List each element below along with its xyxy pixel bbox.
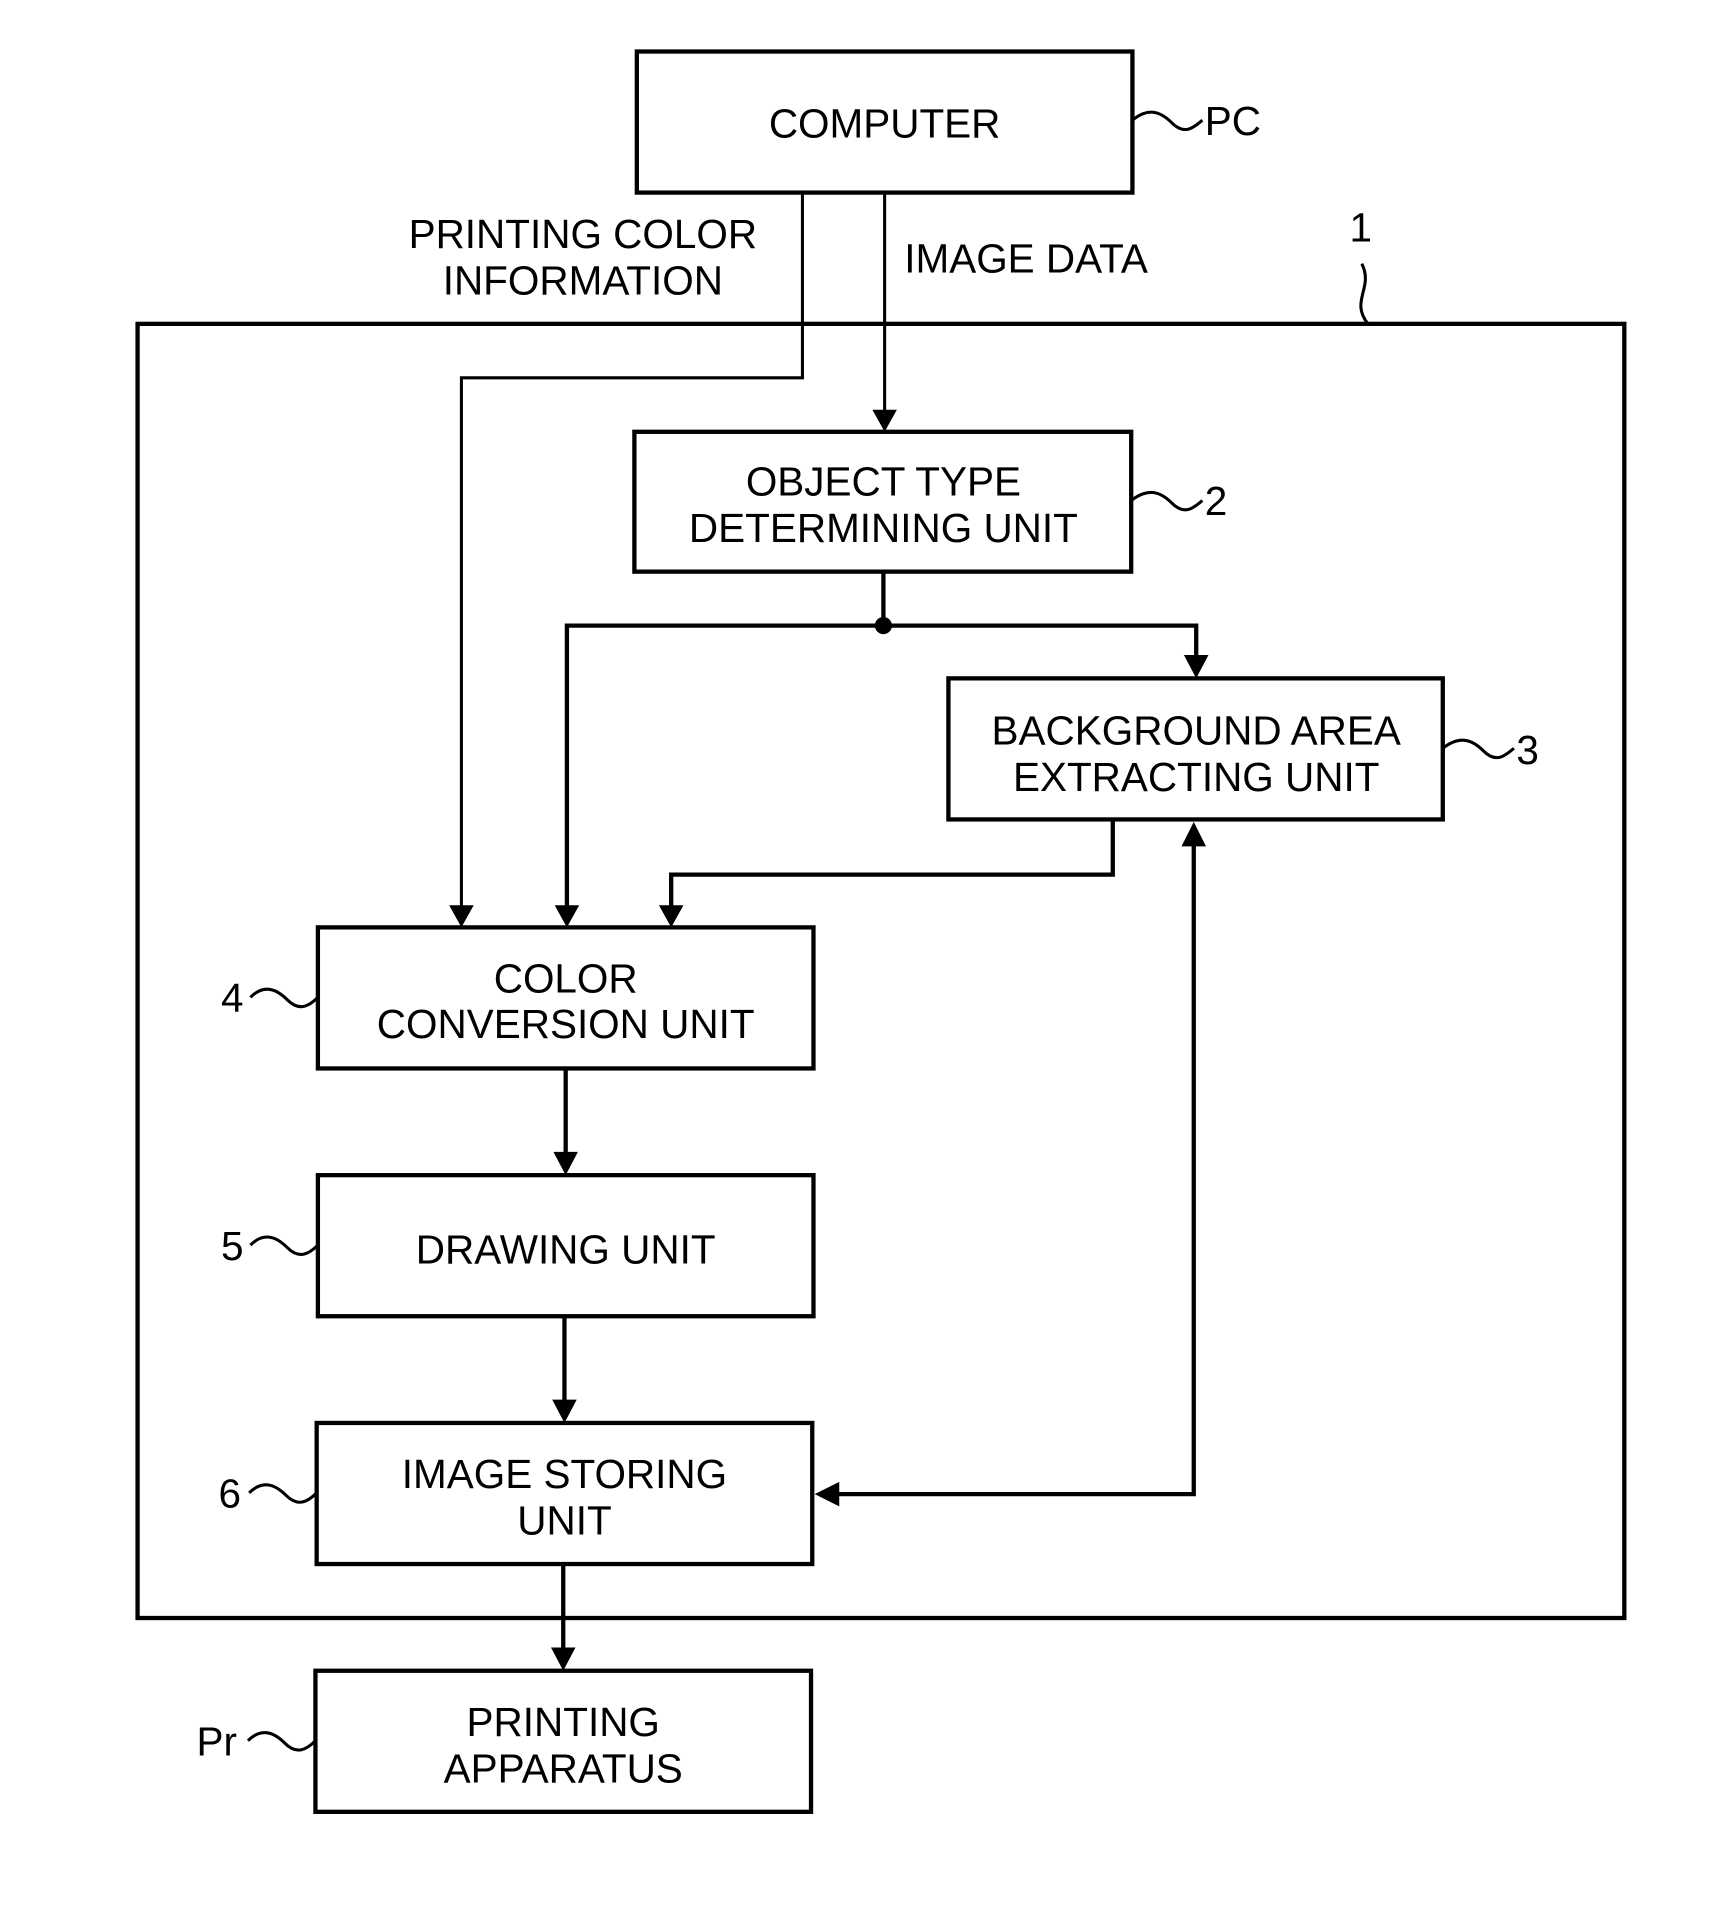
edge-label-image-data: IMAGE DATA — [904, 235, 1148, 281]
background-area-label-line2: EXTRACTING UNIT — [1013, 754, 1379, 800]
edge-label-printing-color-line1: PRINTING COLOR — [409, 211, 758, 257]
ref-label-2: 2 — [1205, 478, 1228, 524]
color-conversion-label-line1: COLOR — [494, 955, 638, 1001]
ref-label-1: 1 — [1350, 205, 1373, 251]
ref-label-4: 4 — [221, 975, 244, 1021]
image-storing-label-line2: UNIT — [517, 1498, 611, 1544]
object-type-label-line1: OBJECT TYPE — [746, 459, 1021, 505]
block-diagram: 1 COMPUTER PC PRINTING COLOR INFORMATION… — [135, 49, 1627, 1814]
ref-leader-pr — [246, 1731, 317, 1752]
arrowhead — [550, 1647, 576, 1671]
ref-label-5: 5 — [221, 1223, 244, 1269]
ref-label-3: 3 — [1516, 727, 1539, 773]
printing-apparatus-label-line1: PRINTING — [467, 1699, 660, 1745]
printing-apparatus-label-line2: APPARATUS — [444, 1745, 683, 1791]
edge-label-printing-color-line2: INFORMATION — [443, 257, 723, 303]
object-type-label-line2: DETERMINING UNIT — [689, 505, 1078, 551]
drawing-label: DRAWING UNIT — [416, 1226, 716, 1272]
ref-label-pr: Pr — [196, 1718, 236, 1764]
ref-label-pc: PC — [1205, 98, 1261, 144]
background-area-label-line1: BACKGROUND AREA — [992, 708, 1401, 754]
computer-label: COMPUTER — [769, 100, 1001, 146]
image-storing-label-line1: IMAGE STORING — [402, 1451, 727, 1497]
color-conversion-label-line2: CONVERSION UNIT — [377, 1001, 755, 1047]
ref-leader-pc — [1131, 110, 1204, 132]
ref-leader-1 — [1359, 263, 1370, 325]
ref-label-6: 6 — [219, 1471, 242, 1517]
